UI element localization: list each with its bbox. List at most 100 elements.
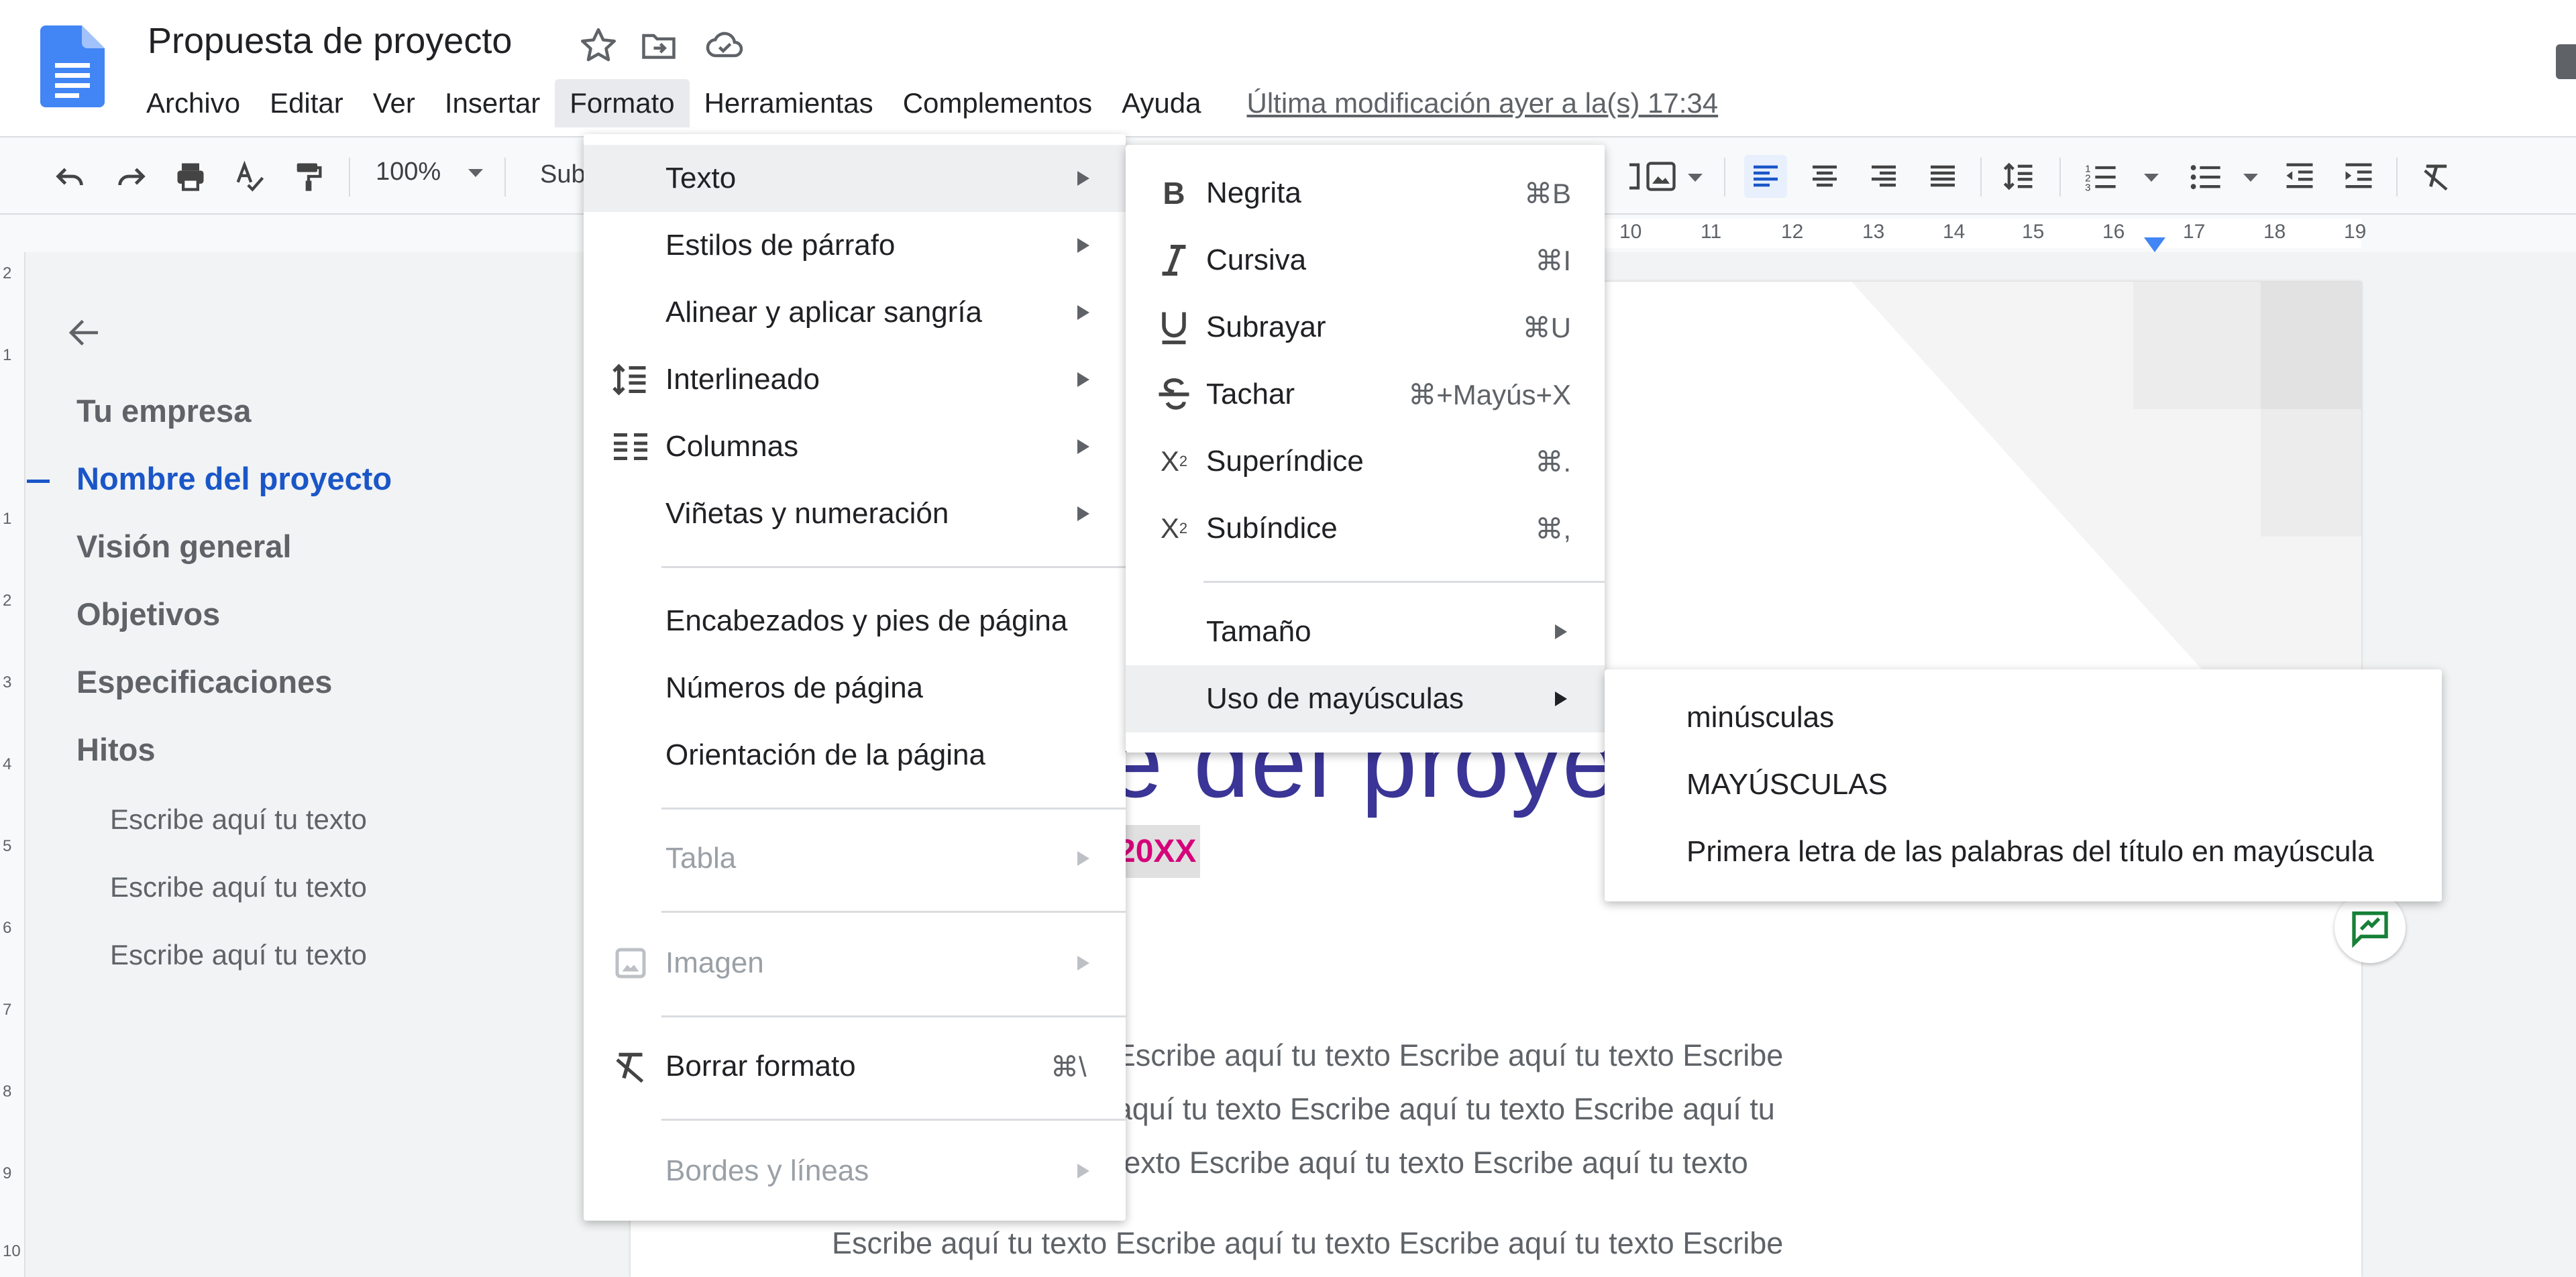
chevron-down-icon[interactable] [2243, 174, 2258, 182]
menu-item-numeros-pagina[interactable]: Números de página [584, 655, 1126, 722]
bulleted-list-icon[interactable] [2184, 155, 2227, 198]
menu-item-cursiva[interactable]: Cursiva ⌘I [1126, 227, 1605, 294]
submenu-arrow-icon [1077, 506, 1089, 521]
right-indent-marker-icon[interactable] [2144, 237, 2165, 252]
menu-item-label: Tamaño [1206, 615, 1311, 648]
paint-format-icon[interactable] [287, 155, 330, 198]
menu-item-interlineado[interactable]: Interlineado [584, 346, 1126, 413]
add-comment-button[interactable] [2334, 892, 2406, 963]
submenu-arrow-icon [1077, 171, 1089, 186]
image-icon [615, 948, 646, 979]
menu-ayuda[interactable]: Ayuda [1107, 79, 1216, 127]
outline-heading-active[interactable]: Nombre del proyecto [76, 460, 392, 497]
menu-item-subrayar[interactable]: Subrayar ⌘U [1126, 294, 1605, 361]
menu-item-tabla: Tabla [584, 825, 1126, 892]
menu-item-mayusculas[interactable]: MAYÚSCULAS [1605, 751, 2442, 818]
align-center-icon[interactable] [1803, 155, 1846, 198]
menu-item-tamano[interactable]: Tamaño [1126, 598, 1605, 665]
vruler-number: 1 [3, 510, 12, 528]
align-right-icon[interactable] [1862, 155, 1905, 198]
menu-herramientas[interactable]: Herramientas [690, 79, 888, 127]
menu-item-label: Subíndice [1206, 512, 1338, 545]
vruler-number: 2 [3, 592, 12, 610]
page-date-placeholder[interactable]: 20XX [1114, 825, 1201, 878]
document-title[interactable]: Propuesta de proyecto [148, 20, 512, 62]
outline-subitem[interactable]: Escribe aquí tu texto [110, 871, 367, 903]
align-left-icon[interactable] [1744, 155, 1787, 198]
menu-item-label: Subrayar [1206, 311, 1326, 343]
menu-item-label: Bordes y líneas [665, 1154, 869, 1187]
menu-item-label: minúsculas [1686, 701, 1835, 734]
spellcheck-icon[interactable] [228, 155, 271, 198]
menu-editar[interactable]: Editar [255, 79, 358, 127]
increase-indent-icon[interactable] [2337, 155, 2380, 198]
outline-heading[interactable]: Visión general [76, 528, 291, 565]
outline-heading[interactable]: Tu empresa [76, 392, 251, 429]
menu-item-label: Primera letra de las palabras del título… [1686, 835, 2374, 868]
menu-archivo[interactable]: Archivo [131, 79, 255, 127]
menu-item-texto[interactable]: Texto [584, 145, 1126, 212]
vertical-ruler: 2 1 1 2 3 4 5 6 7 8 9 10 [0, 252, 25, 1277]
star-icon[interactable] [578, 25, 619, 66]
cloud-saved-icon[interactable] [704, 25, 745, 66]
outline-subitem[interactable]: Escribe aquí tu texto [110, 803, 367, 836]
outline-heading[interactable]: Especificaciones [76, 663, 332, 700]
outline-subitem[interactable]: Escribe aquí tu texto [110, 939, 367, 971]
columns-icon [614, 433, 647, 460]
last-modified-link[interactable]: Última modificación ayer a la(s) 17:34 [1247, 87, 1719, 119]
menu-item-estilos-parrafo[interactable]: Estilos de párrafo [584, 212, 1126, 279]
numbered-list-icon[interactable]: 123 [2080, 155, 2123, 198]
redo-icon[interactable] [110, 155, 153, 198]
menu-item-subindice[interactable]: X2 Subíndice ⌘, [1126, 495, 1605, 562]
move-to-folder-icon[interactable] [639, 25, 679, 66]
submenu-arrow-icon [1077, 238, 1089, 253]
print-icon[interactable] [169, 155, 212, 198]
ruler-number: 10 [1619, 221, 1642, 243]
outline-heading[interactable]: Hitos [76, 731, 156, 768]
menu-item-columnas[interactable]: Columnas [584, 413, 1126, 480]
menu-item-superindice[interactable]: X2 Superíndice ⌘. [1126, 428, 1605, 495]
toolbar-divider [504, 158, 506, 197]
paragraph-style-select[interactable]: Sub [540, 160, 586, 189]
menu-insertar[interactable]: Insertar [430, 79, 555, 127]
submenu-arrow-icon [1077, 956, 1089, 970]
superscript-icon: X2 [1160, 445, 1188, 477]
chevron-down-icon [468, 168, 483, 177]
docs-logo-icon[interactable] [40, 25, 105, 107]
justify-icon[interactable] [1921, 155, 1964, 198]
menu-item-orientacion[interactable]: Orientación de la página [584, 722, 1126, 789]
decrease-indent-icon[interactable] [2278, 155, 2321, 198]
menu-item-tachar[interactable]: Tachar ⌘+Mayús+X [1126, 361, 1605, 428]
menu-item-negrita[interactable]: B Negrita ⌘B [1126, 160, 1605, 227]
line-spacing-icon[interactable] [1998, 155, 2041, 198]
ruler-number: 11 [1701, 221, 1722, 243]
menu-item-encabezados[interactable]: Encabezados y pies de página [584, 588, 1126, 655]
menu-item-label: Alinear y aplicar sangría [665, 296, 983, 329]
menu-item-bordes: Bordes y líneas [584, 1137, 1126, 1205]
vruler-number: 5 [3, 837, 12, 855]
insert-image-icon[interactable] [1640, 155, 1682, 198]
menu-formato[interactable]: Formato [555, 79, 690, 127]
menu-item-label: Borrar formato [665, 1050, 856, 1082]
outline-heading[interactable]: Objetivos [76, 596, 220, 632]
menu-item-titulo[interactable]: Primera letra de las palabras del título… [1605, 818, 2442, 885]
vruler-number: 10 [3, 1242, 21, 1260]
clear-formatting-icon[interactable] [2415, 155, 2458, 198]
side-panel-toggle-icon[interactable] [2556, 44, 2576, 79]
menu-item-vinetas[interactable]: Viñetas y numeración [584, 480, 1126, 547]
menu-ver[interactable]: Ver [358, 79, 430, 127]
menu-complementos[interactable]: Complementos [888, 79, 1107, 127]
menu-item-uso-mayusculas[interactable]: Uso de mayúsculas [1126, 665, 1605, 732]
chevron-down-icon[interactable] [2144, 174, 2159, 182]
body-text-line[interactable]: Escribe aquí tu texto Escribe aquí tu te… [832, 1226, 1783, 1261]
undo-icon[interactable] [48, 155, 91, 198]
menu-item-alinear[interactable]: Alinear y aplicar sangría [584, 279, 1126, 346]
arrow-back-icon[interactable] [64, 313, 105, 353]
chevron-down-icon[interactable] [1688, 174, 1703, 182]
menu-divider [661, 566, 1126, 568]
italic-icon [1162, 245, 1186, 276]
zoom-select[interactable]: 100% [376, 158, 483, 186]
menu-item-label: Viñetas y numeración [665, 497, 949, 530]
menu-item-minusculas[interactable]: minúsculas [1605, 684, 2442, 751]
menu-item-borrar-formato[interactable]: Borrar formato ⌘\ [584, 1033, 1126, 1100]
